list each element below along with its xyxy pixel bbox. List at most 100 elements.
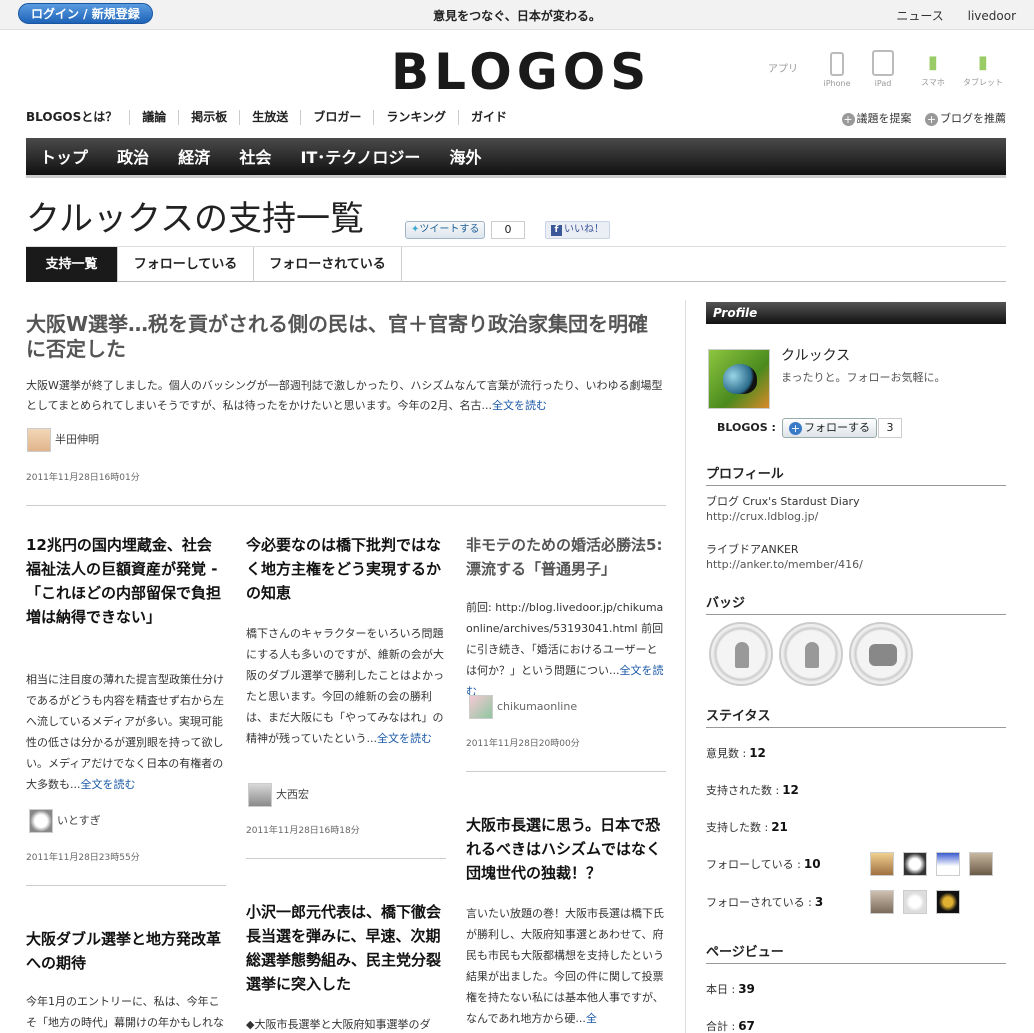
profile-tabs: 支持一覧 フォローしている フォローされている	[26, 246, 1006, 282]
follow-count: 3	[878, 418, 902, 438]
nav-it-technology[interactable]: IT･テクノロジー	[300, 138, 420, 178]
profile-description: まったりと。フォローお気軽に。	[781, 371, 946, 384]
article-title[interactable]: 大阪市長選に思う。日本で恐れるべきはハシズムではなく団塊世代の独裁！？	[466, 813, 666, 885]
pageview-today: 本日 :39	[706, 982, 755, 996]
follower-avatar[interactable]	[870, 890, 894, 914]
author-avatar	[248, 783, 272, 807]
divider	[466, 771, 666, 772]
nav-top[interactable]: トップ	[40, 138, 88, 178]
top-link-livedoor[interactable]: livedoor	[968, 9, 1016, 23]
blog-url-link[interactable]: http://crux.ldblog.jp/	[706, 510, 818, 523]
stat-supporting: 支持した数 :21	[706, 820, 788, 834]
article-excerpt: 前回: http://blog.livedoor.jp/chikumaonlin…	[466, 601, 664, 698]
article-excerpt: 今年1月のエントリーに、私は、今年こそ「地方の時代」幕開けの年かもしれな	[26, 995, 224, 1029]
read-more-link[interactable]: 全文を読む	[81, 778, 136, 791]
stat-supported: 支持された数 :12	[706, 783, 799, 797]
lead-article-title[interactable]: 大阪W選挙…税を貢がされる側の民は、官＋官寄り政治家集団を明確に否定した	[26, 312, 666, 362]
article-author[interactable]: chikumaonline	[469, 695, 577, 719]
article-author[interactable]: 大西宏	[248, 783, 309, 807]
subnav-live[interactable]: 生放送	[240, 110, 302, 125]
app-iphone-link[interactable]: iPhone	[812, 48, 862, 88]
plus-icon: +	[789, 422, 802, 435]
anker-name: ライブドアANKER	[706, 543, 799, 556]
top-links: ニュース livedoor	[876, 7, 1016, 24]
subnav-guide[interactable]: ガイド	[459, 110, 519, 125]
profile-heading: プロフィール	[706, 463, 1006, 486]
blog-name: ブログ Crux's Stardust Diary	[706, 495, 860, 508]
tab-supports[interactable]: 支持一覧	[26, 247, 118, 282]
page-title: クルックスの支持一覧	[26, 199, 364, 239]
nav-overseas[interactable]: 海外	[449, 138, 481, 178]
following-avatar[interactable]	[870, 852, 894, 876]
recommend-blog-link[interactable]: + ブログを推薦	[925, 112, 1006, 126]
article-date: 2011年11月28日20時00分	[466, 739, 580, 749]
nav-politics[interactable]: 政治	[117, 138, 149, 178]
article-title[interactable]: 今必要なのは橋下批判ではなく地方主権をどう実現するかの知恵	[246, 533, 446, 605]
author-avatar	[27, 428, 51, 452]
propose-topic-link[interactable]: + 議題を提案	[841, 112, 912, 126]
read-more-link[interactable]: 全文を読む	[377, 732, 432, 745]
ipad-icon	[872, 50, 894, 76]
author-avatar	[29, 809, 53, 833]
subnav-about[interactable]: BLOGOSとは？	[26, 110, 131, 125]
tab-following[interactable]: フォローしている	[118, 247, 254, 282]
following-avatar[interactable]	[903, 852, 927, 876]
pageview-heading: ページビュー	[706, 941, 1006, 964]
anker-url-link[interactable]: http://anker.to/member/416/	[706, 558, 863, 571]
lead-article-excerpt: 大阪W選挙が終了しました。個人のバッシングが一部週刊誌で激しかったり、ハシズムな…	[26, 379, 663, 412]
top-link-news[interactable]: ニュース	[896, 9, 943, 23]
top-utility-bar: ログイン / 新規登録 意見をつなぐ、日本が変わる。 ニュース livedoor	[0, 0, 1034, 30]
app-tablet-link[interactable]: ▮ タブレット	[958, 48, 1008, 88]
app-ipad-link[interactable]: iPad	[858, 48, 908, 88]
follower-avatar[interactable]	[936, 890, 960, 914]
iphone-icon	[830, 52, 844, 76]
following-avatar[interactable]	[936, 852, 960, 876]
blogos-label: BLOGOS :	[717, 421, 776, 434]
read-more-link[interactable]: 全	[586, 1012, 597, 1025]
badge-binoculars-icon[interactable]	[849, 622, 913, 686]
tab-followers[interactable]: フォローされている	[254, 247, 402, 282]
article-excerpt: 言いたい放題の巻！大阪市長選は橋下氏が勝利し、大阪府知事選とあわせて、府民も市民…	[466, 907, 664, 1025]
read-more-link[interactable]: 全文を読む	[492, 399, 547, 412]
follow-button[interactable]: + フォローする	[782, 418, 877, 438]
article-date: 2011年11月28日16時18分	[246, 826, 360, 836]
facebook-icon: f	[551, 225, 562, 236]
divider	[26, 505, 666, 506]
subnav-discussion[interactable]: 議論	[130, 110, 180, 125]
app-smartphone-link[interactable]: ▮ スマホ	[908, 48, 958, 88]
article-title[interactable]: 12兆円の国内埋蔵金、社会福祉法人の巨額資産が発覚 -「これほどの内部留保で負担…	[26, 533, 226, 629]
article-excerpt: 橋下さんのキャラクターをいろいろ問題にする人も多いのですが、維新の会が大阪のダブ…	[246, 627, 444, 745]
stat-followers[interactable]: フォローされている :3	[706, 894, 823, 910]
badge-social-icon[interactable]	[709, 622, 773, 686]
sub-navigation: BLOGOSとは？ 議論 掲示板 生放送 ブロガー ランキング ガイド	[26, 110, 519, 125]
subnav-bloggers[interactable]: ブロガー	[301, 110, 375, 125]
subnav-ranking[interactable]: ランキング	[374, 110, 459, 125]
status-heading: ステイタス	[706, 705, 1006, 728]
subnav-board[interactable]: 掲示板	[179, 110, 241, 125]
badge-broadcast-icon[interactable]	[779, 622, 843, 686]
article-title[interactable]: 小沢一郎元代表は、橋下徹会長当選を弾みに、早速、次期総選挙態勢組み、民主党分裂選…	[246, 900, 446, 996]
following-avatar[interactable]	[969, 852, 993, 876]
lead-article-author[interactable]: 半田伸明	[27, 428, 99, 452]
column-separator	[685, 300, 686, 1033]
tweet-button[interactable]: ✦ツイートする	[405, 221, 486, 239]
facebook-like-button[interactable]: f いいね！	[545, 221, 610, 239]
lead-article-date: 2011年11月28日16時01分	[26, 473, 140, 483]
author-avatar	[469, 695, 493, 719]
follower-avatar[interactable]	[903, 890, 927, 914]
stat-following[interactable]: フォローしている :10	[706, 856, 821, 872]
android-phone-icon: ▮	[928, 52, 938, 73]
article-title[interactable]: 非モテのための婚活必勝法5: 漂流する「普通男子」	[466, 533, 666, 581]
pageview-total: 合計 :67	[706, 1019, 755, 1033]
stat-opinions: 意見数 :12	[706, 746, 766, 760]
nav-economy[interactable]: 経済	[178, 138, 210, 178]
article-author[interactable]: いとすぎ	[29, 809, 101, 833]
badges-heading: バッジ	[706, 592, 1006, 615]
site-logo[interactable]: BLOGOS	[391, 44, 651, 100]
article-title[interactable]: 大阪ダブル選挙と地方発改革への期待	[26, 927, 226, 975]
divider	[246, 858, 446, 859]
profile-name: クルックス	[781, 348, 851, 364]
nav-society[interactable]: 社会	[239, 138, 271, 178]
main-navigation: トップ 政治 経済 社会 IT･テクノロジー 海外	[26, 138, 1006, 178]
article-excerpt: 相当に注目度の薄れた提言型政策仕分けであるがどうも内容を精査せず右から左へ流して…	[26, 673, 224, 791]
